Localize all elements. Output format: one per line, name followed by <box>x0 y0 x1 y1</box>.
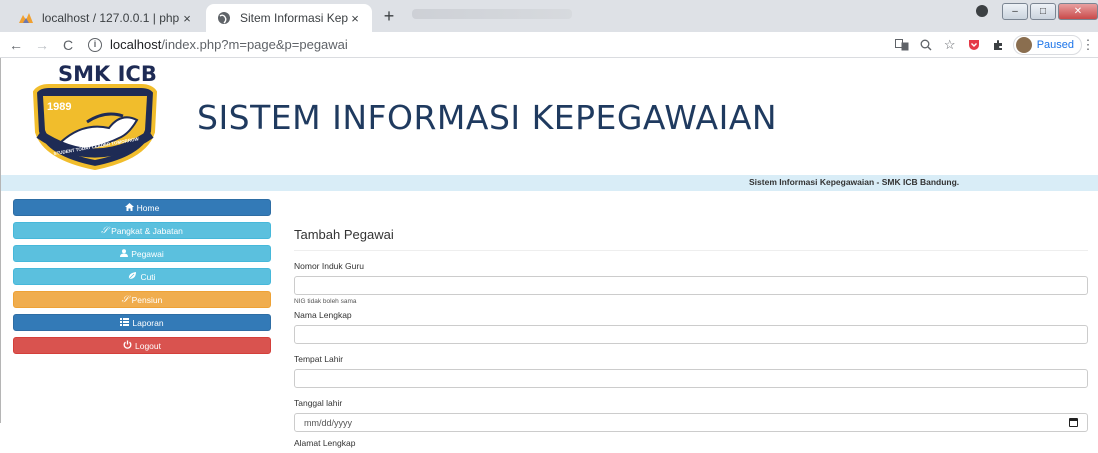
tempat-lahir-label: Tempat Lahir <box>294 354 344 364</box>
site-header: SMK ICB 1989 STUDENT TODAY LEADER TOMORR… <box>1 58 1098 175</box>
sidebar-item-home[interactable]: Home <box>13 199 271 216</box>
info-bar: Sistem Informasi Kepegawaian - SMK ICB B… <box>1 175 1098 191</box>
blurred-region <box>412 9 572 19</box>
user-icon <box>120 248 129 259</box>
form-title: Tambah Pegawai <box>294 227 1088 251</box>
forward-arrow-icon[interactable]: → <box>32 35 52 55</box>
sidebar-item-label: Home <box>136 202 160 213</box>
logo-text: SMK ICB <box>58 62 157 86</box>
sidebar-item-pegawai[interactable]: Pegawai <box>13 245 271 262</box>
tanggal-lahir-label: Tanggal lahir <box>294 398 343 408</box>
url-path: /index.php?m=page&p=pegawai <box>161 37 348 52</box>
tempat-lahir-input[interactable] <box>294 369 1088 388</box>
browser-tab-phpmyadmin[interactable]: localhost / 127.0.0.1 | phpMyAdmi × <box>8 4 204 32</box>
link-icon: 𝒮 <box>101 225 109 235</box>
sidebar-item-label: Pensiun <box>131 294 163 305</box>
sidebar-item-pensiun[interactable]: 𝒮 Pensiun <box>13 291 271 308</box>
close-icon[interactable]: × <box>348 11 362 26</box>
sidebar-item-label: Cuti <box>140 271 156 282</box>
media-indicator-icon[interactable] <box>976 5 988 17</box>
tab-title: localhost / 127.0.0.1 | phpMyAdmi <box>42 11 180 25</box>
translate-icon[interactable] <box>891 35 913 55</box>
toolbar-actions: ☆ Paused ⋮ <box>889 35 1095 55</box>
star-icon[interactable]: ☆ <box>939 35 961 55</box>
link-icon: 𝒮 <box>121 294 129 304</box>
sidebar-item-laporan[interactable]: Laporan <box>13 314 271 331</box>
maximize-button[interactable]: □ <box>1030 2 1056 20</box>
list-icon <box>120 317 130 328</box>
browser-toolbar: ← → C i localhost/index.php?m=page&p=peg… <box>0 32 1098 58</box>
sidebar-item-label: Pegawai <box>131 248 164 259</box>
globe-icon <box>216 10 232 26</box>
nama-lengkap-label: Nama Lengkap <box>294 310 352 320</box>
nama-lengkap-input[interactable] <box>294 325 1088 344</box>
window-controls: – □ ✕ <box>976 0 1098 22</box>
more-menu-icon[interactable]: ⋮ <box>1082 35 1095 55</box>
sidebar-item-label: Pangkat & Jabatan <box>111 225 183 236</box>
add-employee-form: Tambah Pegawai Nomor Induk Guru NIG tida… <box>294 199 1088 453</box>
page-title: SISTEM INFORMASI KEPEGAWAIAN <box>197 98 778 137</box>
nig-input[interactable] <box>294 276 1088 295</box>
tab-title: Sitem Informasi Kepegawaian <box>240 11 348 25</box>
browser-tab-bar: localhost / 127.0.0.1 | phpMyAdmi × Site… <box>0 0 1098 32</box>
address-bar[interactable]: i localhost/index.php?m=page&p=pegawai <box>88 37 878 52</box>
extensions-icon[interactable] <box>987 35 1009 55</box>
info-bar-text: Sistem Informasi Kepegawaian - SMK ICB B… <box>749 177 960 187</box>
close-icon[interactable]: × <box>180 11 194 26</box>
zoom-icon[interactable] <box>915 35 937 55</box>
sidebar-item-label: Laporan <box>132 317 164 328</box>
power-icon <box>123 340 132 351</box>
reload-icon[interactable]: C <box>58 35 78 55</box>
url-host: localhost <box>110 37 162 52</box>
info-icon[interactable]: i <box>88 37 102 52</box>
leaf-icon <box>128 271 137 282</box>
sidebar-menu: Home 𝒮 Pangkat & Jabatan Pegawai Cuti 𝒮 … <box>13 199 271 360</box>
web-page: SMK ICB 1989 STUDENT TODAY LEADER TOMORR… <box>0 58 1098 448</box>
avatar <box>1015 37 1032 53</box>
minimize-button[interactable]: – <box>1002 2 1028 20</box>
sidebar-item-logout[interactable]: Logout <box>13 337 271 354</box>
alamat-lengkap-label: Alamat Lengkap <box>294 438 356 448</box>
sidebar-item-pangkat-jabatan[interactable]: 𝒮 Pangkat & Jabatan <box>13 222 271 239</box>
sidebar-item-label: Logout <box>135 340 161 351</box>
profile-status-label: Paused <box>1036 39 1074 51</box>
phpmyadmin-icon <box>18 10 34 26</box>
back-arrow-icon[interactable]: ← <box>6 35 26 55</box>
browser-tab-kepegawaian[interactable]: Sitem Informasi Kepegawaian × <box>206 4 372 32</box>
school-logo: SMK ICB 1989 STUDENT TODAY LEADER TOMORR… <box>25 62 165 172</box>
new-tab-button[interactable]: + <box>378 7 400 27</box>
nig-label: Nomor Induk Guru <box>294 261 364 271</box>
pocket-icon[interactable] <box>963 35 985 55</box>
nig-help-text: NIG tidak boleh sama <box>294 298 357 305</box>
profile-paused-button[interactable]: Paused <box>1012 35 1082 55</box>
sidebar-item-cuti[interactable]: Cuti <box>13 268 271 285</box>
logo-year: 1989 <box>47 101 72 113</box>
home-icon <box>124 202 134 213</box>
window-close-button[interactable]: ✕ <box>1058 2 1098 20</box>
